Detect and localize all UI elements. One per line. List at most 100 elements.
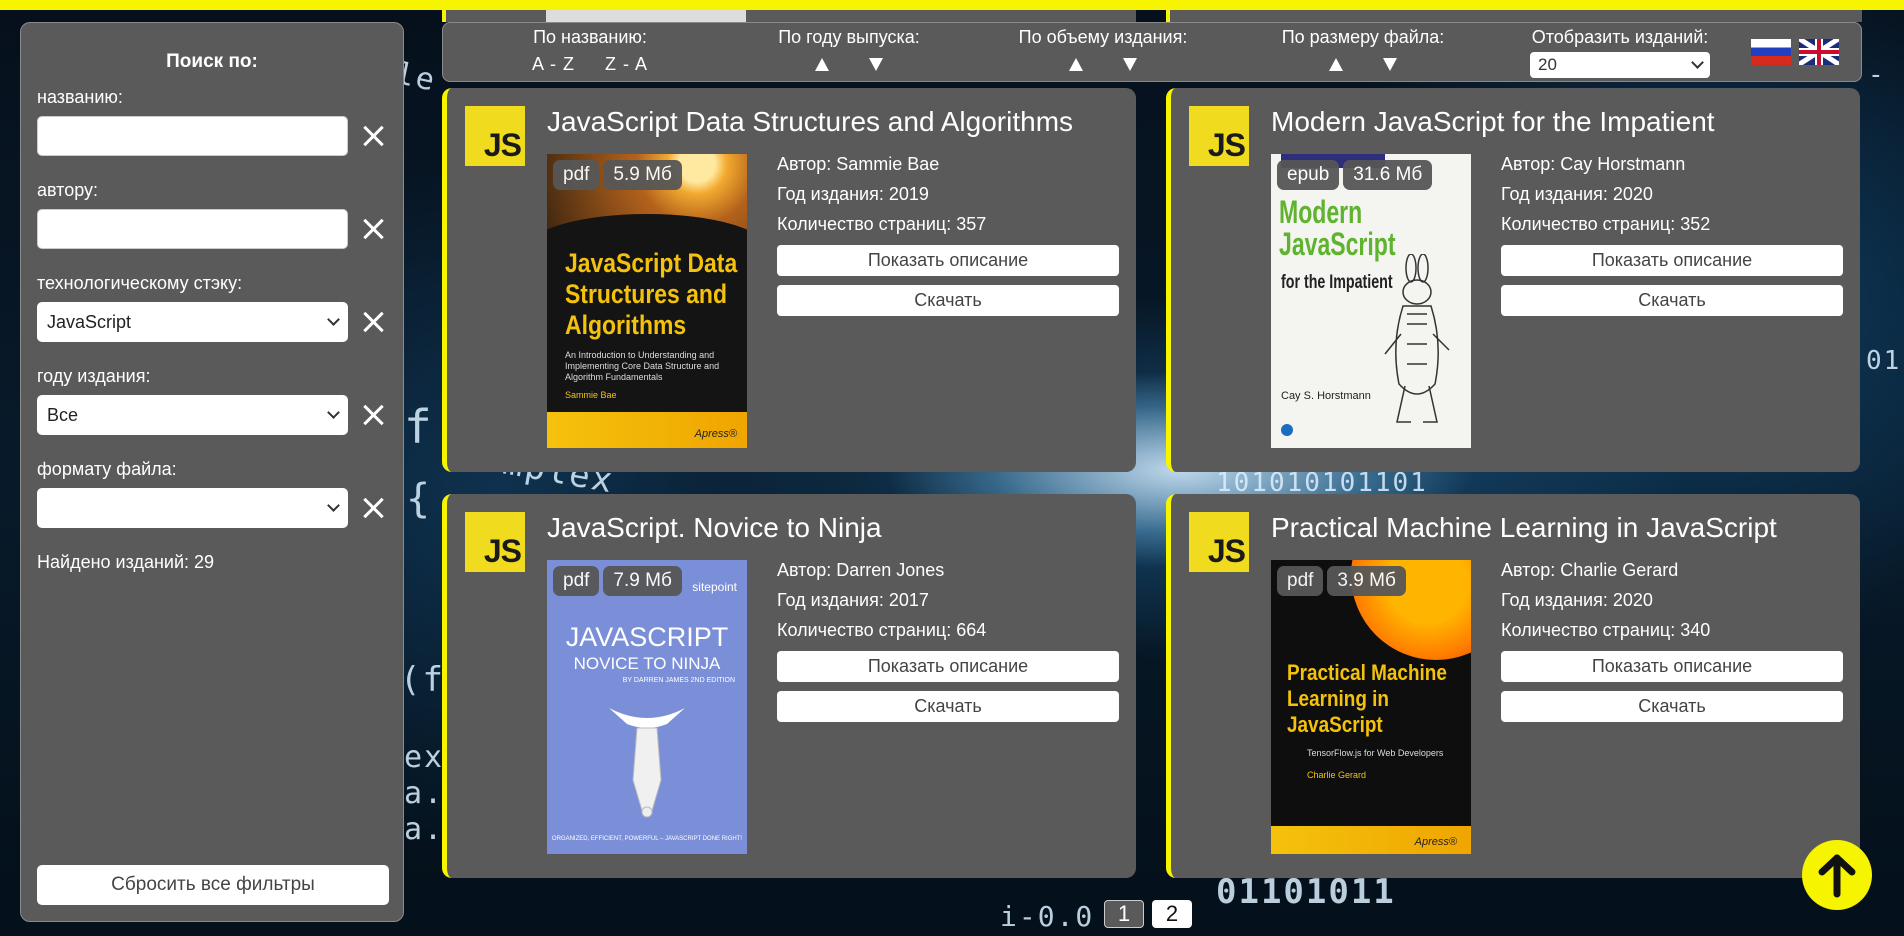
- sort-by-year: По году выпуска:: [769, 27, 929, 71]
- book-cover: pdf 5.9 Мб JavaScript Data Structures an…: [547, 154, 747, 448]
- background-code-text: (f: [400, 660, 445, 700]
- sort-size-asc-icon[interactable]: [1329, 58, 1343, 71]
- cover-author: Cay S. Horstmann: [1281, 390, 1371, 402]
- book-pages: Количество страниц: 352: [1501, 214, 1711, 234]
- uk-flag-icon[interactable]: [1799, 39, 1839, 65]
- book-author: Автор: Sammie Bae: [777, 154, 940, 174]
- background-code-text: a.: [404, 812, 445, 847]
- year-select[interactable]: Все: [37, 395, 348, 435]
- cover-subtitle: An Introduction to Understanding and Imp…: [565, 350, 720, 382]
- found-count: Найдено изданий: 29: [37, 552, 215, 572]
- clear-year-icon[interactable]: [358, 400, 387, 430]
- book-year: Год издания: 2020: [1501, 590, 1653, 610]
- format-badge: pdf: [553, 160, 600, 190]
- book-pages: Количество страниц: 357: [777, 214, 987, 234]
- sort-by-volume: По объему издания:: [1013, 27, 1193, 71]
- clear-title-icon[interactable]: [358, 121, 387, 151]
- stack-select-value: JavaScript: [47, 311, 132, 332]
- background-code-text: f: [404, 400, 434, 454]
- filter-label-stack: технологическому стэку:: [37, 273, 243, 293]
- cover-footer: ORGANIZED, EFFICIENT, POWERFUL – JAVASCR…: [551, 836, 743, 842]
- page-button-1[interactable]: 1: [1104, 900, 1144, 928]
- book-year: Год издания: 2019: [777, 184, 929, 204]
- cover-title: Modern JavaScript: [1279, 194, 1396, 262]
- sort-year-asc-icon[interactable]: [815, 58, 829, 71]
- book-pages: Количество страниц: 340: [1501, 620, 1711, 640]
- background-code-text: {: [406, 476, 433, 522]
- search-sidebar: Поиск по: названию: автору: технологичес…: [20, 22, 404, 922]
- per-page-label: Отобразить изданий:: [1531, 27, 1709, 47]
- book-cover: epub 31.6 Мб Modern JavaScript for the I…: [1271, 154, 1471, 448]
- download-button[interactable]: Скачать: [1501, 691, 1843, 722]
- cover-title: JavaScript Data Structures and Algorithm…: [565, 248, 738, 340]
- sort-by-size-label: По размеру файла:: [1281, 27, 1445, 47]
- background-code-text: a.: [404, 776, 445, 811]
- per-page-select[interactable]: 20: [1530, 52, 1710, 78]
- cover-author: Sammie Bae: [565, 390, 617, 400]
- cover-site: sitepoint: [692, 580, 737, 594]
- cover-edition: BY DARREN JAMES 2ND EDITION: [622, 677, 735, 684]
- stack-select[interactable]: JavaScript: [37, 302, 348, 342]
- sidebar-title: Поиск по:: [166, 51, 258, 72]
- ru-flag-icon[interactable]: [1751, 39, 1791, 65]
- size-badge: 7.9 Мб: [603, 566, 682, 596]
- sort-name-desc-button[interactable]: Z - A: [605, 54, 648, 75]
- js-logo-icon: JS: [1189, 106, 1249, 166]
- per-page-group: Отобразить изданий: 20: [1525, 27, 1715, 78]
- download-button[interactable]: Скачать: [777, 285, 1119, 316]
- sort-year-desc-icon[interactable]: [869, 58, 883, 71]
- show-description-button[interactable]: Показать описание: [777, 651, 1119, 682]
- sort-by-volume-label: По объему издания:: [1018, 27, 1188, 47]
- book-title: Modern JavaScript for the Impatient: [1271, 106, 1715, 137]
- format-select[interactable]: [37, 488, 348, 528]
- filter-label-year: году издания:: [37, 366, 151, 386]
- sort-size-desc-icon[interactable]: [1383, 58, 1397, 71]
- filter-label-title: названию:: [37, 87, 123, 107]
- previous-card-edge: [1166, 10, 1862, 22]
- download-button[interactable]: Скачать: [1501, 285, 1843, 316]
- show-description-button[interactable]: Показать описание: [1501, 245, 1843, 276]
- size-badge: 3.9 Мб: [1327, 566, 1406, 596]
- sort-volume-desc-icon[interactable]: [1123, 58, 1137, 71]
- book-author: Автор: Cay Horstmann: [1501, 154, 1686, 174]
- show-description-button[interactable]: Показать описание: [1501, 651, 1843, 682]
- sort-by-name: По названию: A - Z Z - A: [515, 27, 665, 75]
- sort-volume-asc-icon[interactable]: [1069, 58, 1083, 71]
- js-logo-icon: JS: [465, 512, 525, 572]
- clear-format-icon[interactable]: [358, 493, 387, 523]
- pagination: 1 2: [1104, 900, 1192, 928]
- sort-by-name-label: По названию:: [533, 27, 647, 47]
- chevron-down-icon: [326, 499, 340, 512]
- book-title: Practical Machine Learning in JavaScript: [1271, 512, 1777, 543]
- background-code-text: i-0.0: [1000, 900, 1095, 933]
- top-accent-bar: [0, 0, 1904, 10]
- clear-author-icon[interactable]: [358, 214, 387, 244]
- reset-filters-button[interactable]: Сбросить все фильтры: [37, 865, 389, 905]
- clear-stack-icon[interactable]: [358, 307, 387, 337]
- chevron-down-icon: [1691, 56, 1704, 69]
- publisher-logo-icon: [1281, 424, 1293, 436]
- book-cover: pdf 3.9 Мб Practical Machine Learning in…: [1271, 560, 1471, 854]
- sort-name-asc-button[interactable]: A - Z: [532, 54, 575, 75]
- cover-title: Practical Machine Learning in JavaScript: [1287, 660, 1447, 737]
- format-badge: pdf: [1277, 566, 1324, 596]
- author-search-input[interactable]: [37, 209, 348, 249]
- ninja-figure-illustration: [609, 708, 685, 818]
- filter-label-format: формату файла:: [37, 459, 177, 479]
- page-button-2[interactable]: 2: [1152, 900, 1192, 928]
- background-code-text: 01: [1866, 346, 1902, 376]
- previous-cover-edge: [546, 10, 746, 22]
- rabbit-illustration: [1384, 254, 1450, 423]
- book-card: JS JavaScript Data Structures and Algori…: [442, 88, 1136, 472]
- arrow-up-icon: [1818, 854, 1856, 898]
- title-search-input[interactable]: [37, 116, 348, 156]
- cover-publisher: Apress®: [1414, 836, 1457, 848]
- book-card: JS Practical Machine Learning in JavaScr…: [1166, 494, 1860, 878]
- download-button[interactable]: Скачать: [777, 691, 1119, 722]
- scroll-to-top-button[interactable]: [1802, 840, 1872, 910]
- book-year: Год издания: 2020: [1501, 184, 1653, 204]
- cover-publisher: Apress®: [694, 428, 737, 440]
- year-select-value: Все: [47, 404, 79, 425]
- show-description-button[interactable]: Показать описание: [777, 245, 1119, 276]
- book-author: Автор: Darren Jones: [777, 560, 945, 580]
